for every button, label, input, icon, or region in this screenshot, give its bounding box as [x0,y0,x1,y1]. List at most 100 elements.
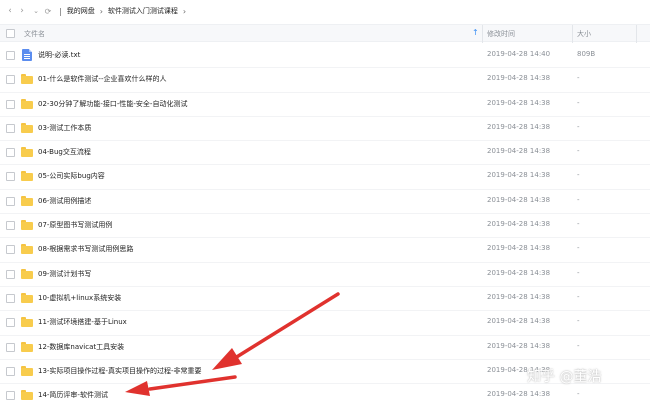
file-name[interactable]: 04-Bug交互流程 [38,147,91,157]
file-modified-date: 2019-04-28 14:40 [487,50,551,58]
row-checkbox[interactable] [6,318,15,328]
file-modified-date: 2019-04-28 14:38 [487,98,551,107]
row-checkbox[interactable] [6,221,15,231]
folder-icon [21,341,33,352]
file-name[interactable]: 03-测试工作本质 [38,123,91,133]
column-header-date[interactable]: 修改时间 [487,29,515,39]
file-row[interactable]: 14-简历评审-软件测试 2019-04-28 14:38 - [0,384,650,404]
row-checkbox[interactable] [6,75,15,85]
file-size: - [577,268,580,277]
file-name[interactable]: 09-测试计划书写 [38,269,91,279]
file-name[interactable]: 13-实际项目操作过程-真实项目操作的过程-非常重要 [38,366,201,376]
file-modified-date: 2019-04-28 14:38 [487,317,551,326]
row-checkbox[interactable] [6,342,15,352]
file-row[interactable]: 07-原型图书写测试用例 2019-04-28 14:38 - [0,214,650,239]
sort-arrow-icon[interactable]: ↑ [472,28,479,37]
file-size: - [577,220,580,229]
file-row[interactable]: 03-测试工作本质 2019-04-28 14:38 - [0,117,650,142]
file-modified-date: 2019-04-28 14:38 [487,147,551,156]
column-header-name[interactable]: 文件名 [24,29,45,39]
row-checkbox[interactable] [6,148,15,158]
folder-icon [21,365,33,376]
file-modified-date: 2019-04-28 14:38 [487,268,551,277]
text-file-icon [22,49,32,61]
file-row[interactable]: 06-测试用例描述 2019-04-28 14:38 - [0,190,650,215]
file-modified-date: 2019-04-28 14:38 [487,244,551,253]
row-checkbox[interactable] [6,366,15,376]
file-name[interactable]: 02-30分钟了解功能-接口-性能-安全-自动化测试 [38,99,187,109]
folder-icon [21,195,33,206]
back-icon[interactable]: ‹ [4,4,16,18]
chevron-right-icon: › [182,6,187,16]
file-size: - [577,390,580,399]
file-name[interactable]: 01-什么是软件测试--企业喜欢什么样的人 [38,74,166,84]
file-row[interactable]: 11-测试环境搭建-基于Linux 2019-04-28 14:38 - [0,311,650,336]
file-modified-date: 2019-04-28 14:38 [487,195,551,204]
file-modified-date: 2019-04-28 14:38 [487,220,551,229]
row-checkbox[interactable] [6,269,15,279]
row-checkbox[interactable] [6,196,15,206]
file-row[interactable]: 08-根据需求书写测试用例思路 2019-04-28 14:38 - [0,238,650,263]
file-name[interactable]: 08-根据需求书写测试用例思路 [38,244,133,254]
file-modified-date: 2019-04-28 14:38 [487,122,551,131]
row-checkbox[interactable] [6,51,15,60]
file-name[interactable]: 10-虚拟机+linux系统安装 [38,293,121,303]
row-checkbox[interactable] [6,245,15,255]
file-row[interactable]: 01-什么是软件测试--企业喜欢什么样的人 2019-04-28 14:38 - [0,68,650,93]
file-row[interactable]: 02-30分钟了解功能-接口-性能-安全-自动化测试 2019-04-28 14:… [0,93,650,117]
column-header-size[interactable]: 大小 [577,29,591,39]
file-modified-date: 2019-04-28 14:38 [487,292,551,301]
breadcrumb-current[interactable]: 软件测试入门测试课程 [108,6,178,16]
folder-icon [21,122,33,133]
breadcrumb-root[interactable]: 我的网盘 [67,6,95,16]
dropdown-icon[interactable]: ⌄ [30,4,42,18]
folder-icon [21,74,33,85]
column-divider[interactable] [572,25,573,43]
file-size: - [577,244,580,253]
file-row[interactable]: 05-公司实际bug内容 2019-04-28 14:38 - [0,165,650,190]
refresh-icon[interactable]: ⟳ [42,4,54,18]
file-size: 809B [577,50,596,58]
file-name[interactable]: 12-数据库navicat工具安装 [38,342,124,352]
folder-icon [21,244,33,255]
row-checkbox[interactable] [6,172,15,182]
file-modified-date: 2019-04-28 14:38 [487,390,551,399]
folder-icon [21,171,33,182]
file-modified-date: 2019-04-28 14:38 [487,341,551,350]
file-name[interactable]: 14-简历评审-软件测试 [38,390,108,400]
file-name[interactable]: 05-公司实际bug内容 [38,171,105,181]
file-size: - [577,317,580,326]
row-checkbox[interactable] [6,99,15,109]
file-name[interactable]: 06-测试用例描述 [38,196,91,206]
navigation-bar: ‹ › ⌄ ⟳ | 我的网盘 › 软件测试入门测试课程 › [0,0,650,22]
forward-icon[interactable]: › [16,4,28,18]
file-modified-date: 2019-04-28 14:38 [487,171,551,180]
file-row[interactable]: 10-虚拟机+linux系统安装 2019-04-28 14:38 - [0,287,650,312]
select-all-checkbox[interactable] [6,29,15,38]
file-row[interactable]: 04-Bug交互流程 2019-04-28 14:38 - [0,141,650,166]
folder-icon [21,268,33,279]
folder-icon [21,220,33,231]
file-name[interactable]: 说明-必读.txt [38,50,80,60]
folder-icon [21,292,33,303]
row-checkbox[interactable] [6,391,15,401]
folder-icon [21,390,33,401]
file-row[interactable]: 12-数据库navicat工具安装 2019-04-28 14:38 - [0,336,650,360]
file-row[interactable]: 说明-必读.txt 2019-04-28 14:40 809B [0,44,650,69]
file-row[interactable]: 09-测试计划书写 2019-04-28 14:38 - [0,263,650,287]
column-divider[interactable] [482,25,483,43]
file-name[interactable]: 07-原型图书写测试用例 [38,220,112,230]
row-checkbox[interactable] [6,123,15,133]
chevron-right-icon: › [99,6,103,16]
folder-icon [21,98,33,109]
row-checkbox[interactable] [6,293,15,303]
file-modified-date: 2019-04-28 14:38 [487,74,551,83]
folder-icon [21,147,33,158]
folder-icon [21,317,33,328]
file-size: - [577,74,580,83]
watermark: 知乎 @董浩 [527,369,602,385]
file-name[interactable]: 11-测试环境搭建-基于Linux [38,317,127,327]
file-size: - [577,98,580,107]
file-size: - [577,341,580,350]
column-divider[interactable] [636,25,637,43]
